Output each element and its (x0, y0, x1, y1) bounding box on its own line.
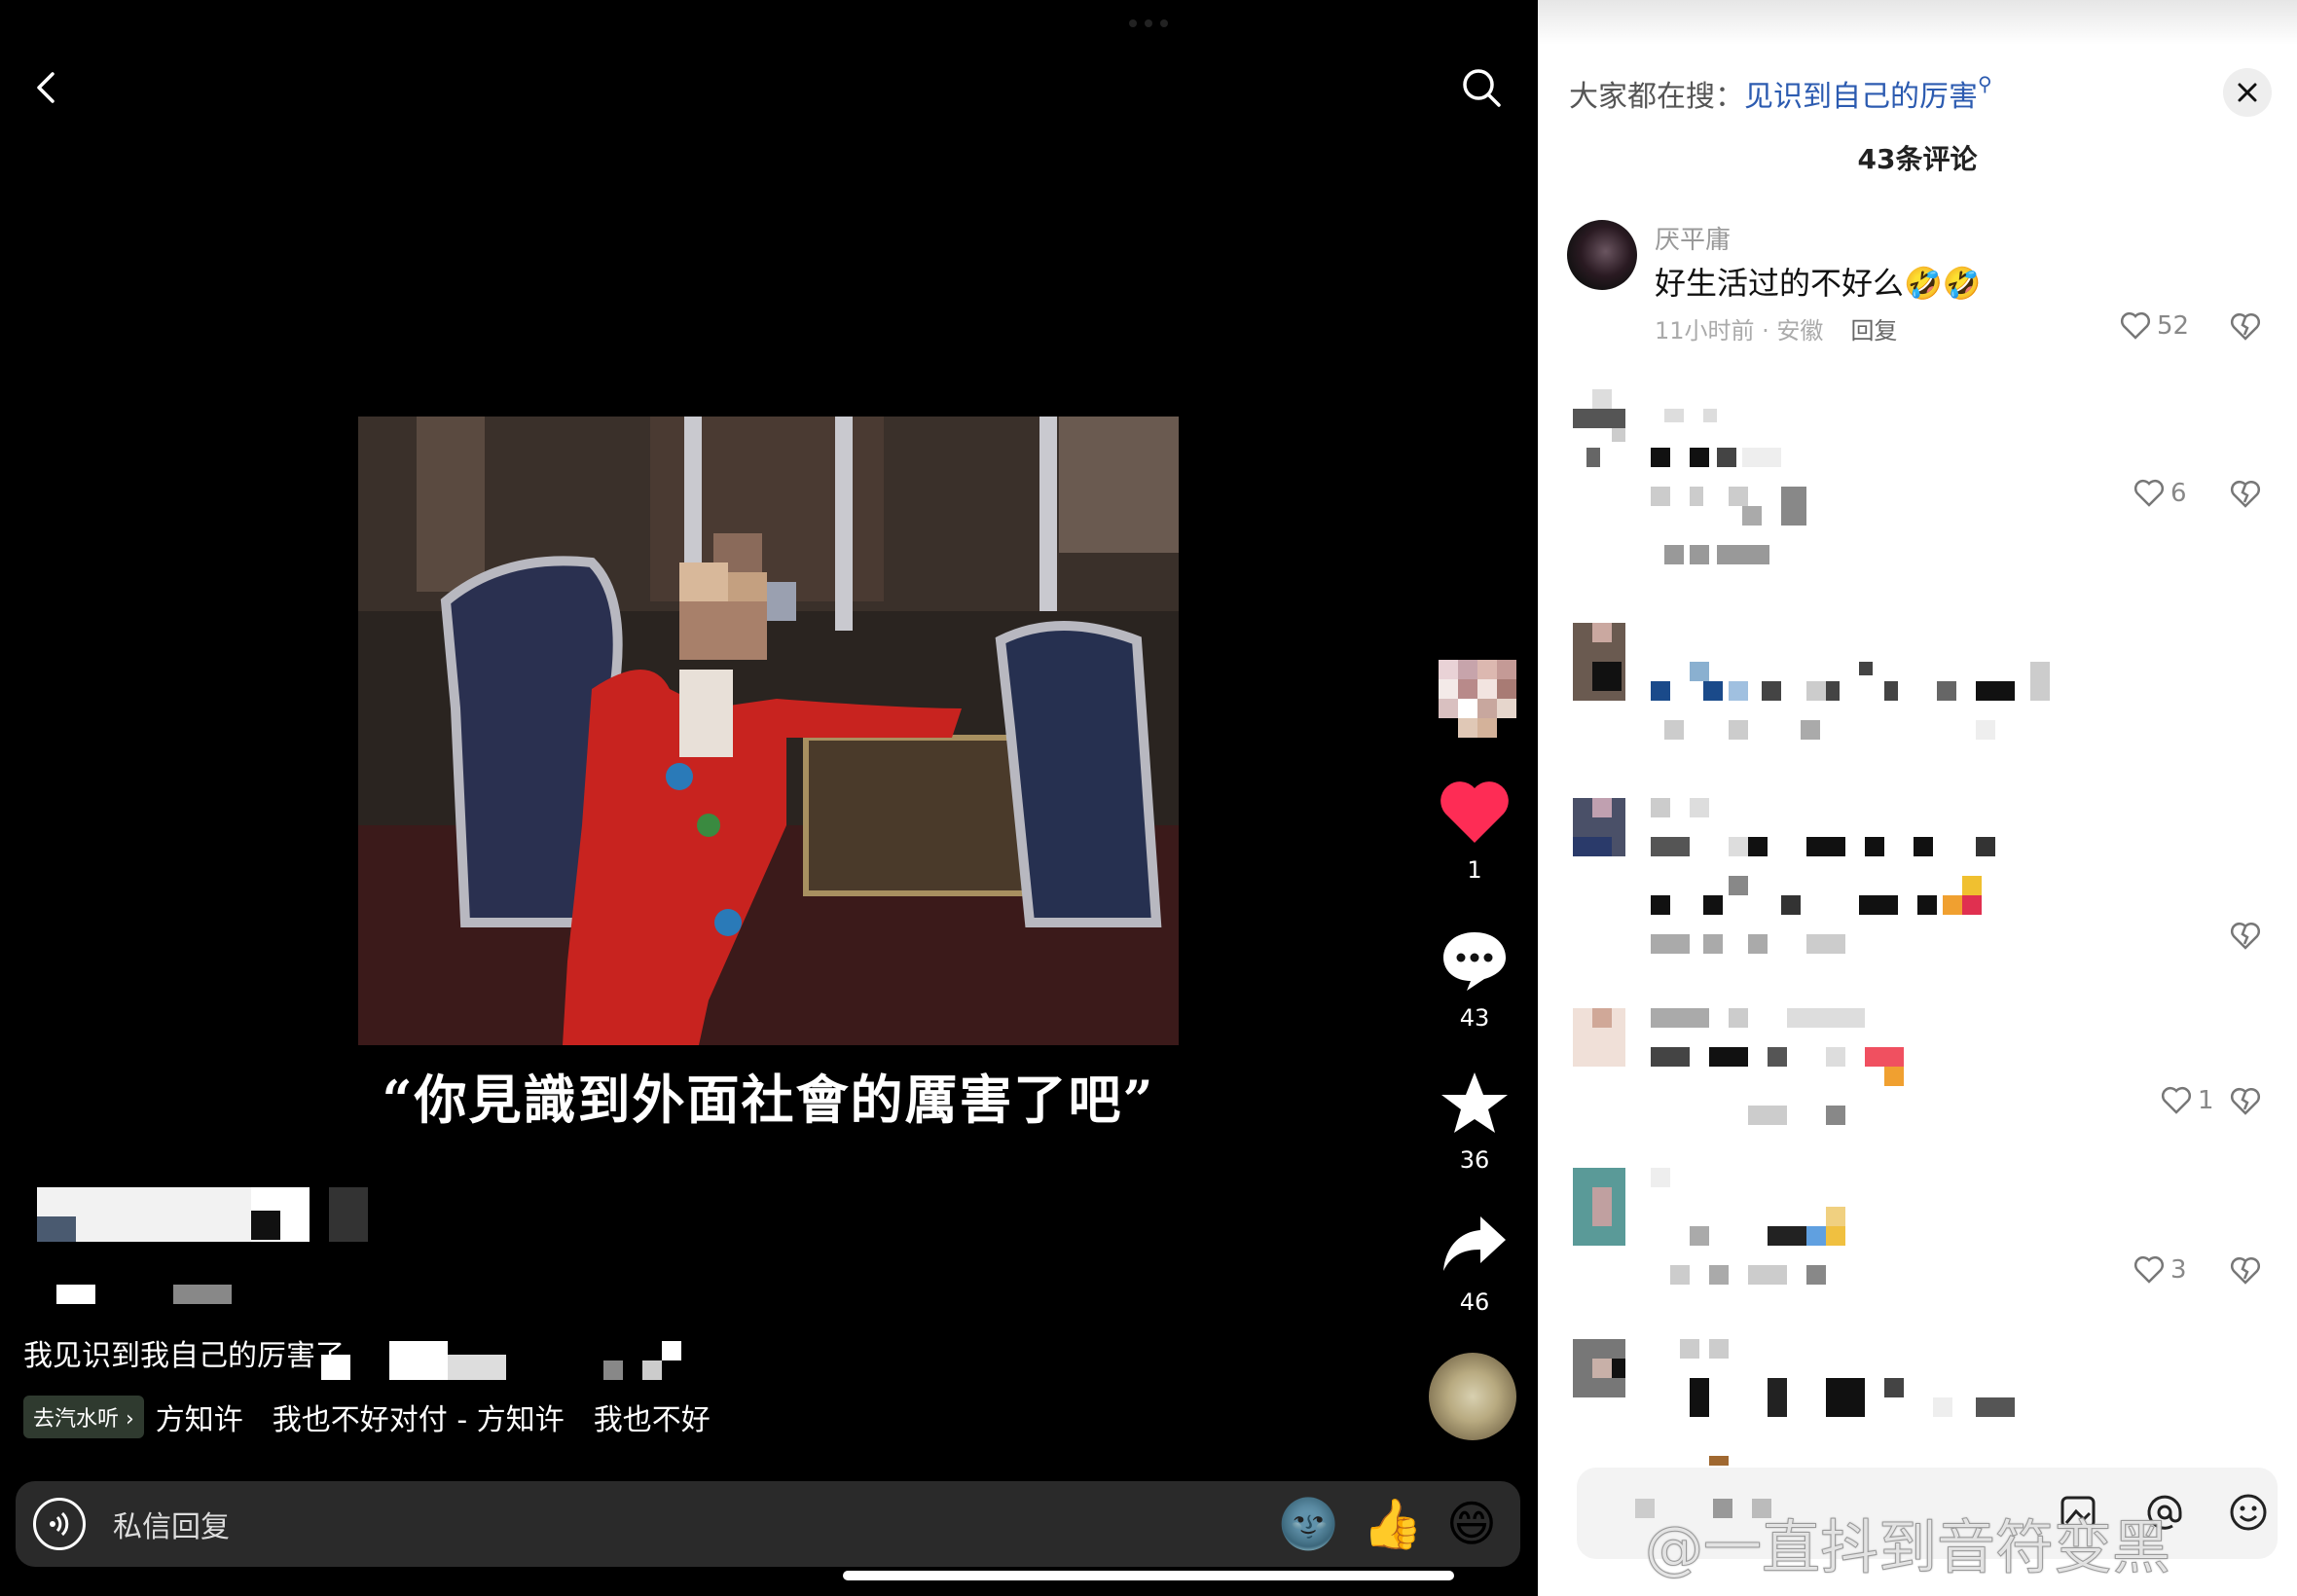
dislike-icon[interactable] (2229, 1086, 2262, 1117)
comment-like-button[interactable]: 52 (2120, 311, 2189, 341)
star-icon (1441, 1072, 1508, 1133)
redacted-avatar (1439, 660, 1516, 738)
voice-icon[interactable] (33, 1498, 86, 1550)
home-indicator (843, 1571, 1454, 1580)
music-disc[interactable] (1429, 1353, 1516, 1440)
reply-input[interactable]: 私信回复 (113, 1503, 1278, 1545)
drag-handle[interactable] (1129, 19, 1168, 27)
emoji-thumbs-up-button[interactable]: 👍 (1363, 1496, 1423, 1553)
video-frame[interactable] (358, 417, 1179, 1045)
panel-top-shade (1538, 0, 2297, 45)
open-music-app-button[interactable]: 去汽水听 › (23, 1396, 144, 1438)
comment-like-button[interactable]: 6 (2133, 479, 2187, 508)
share-action[interactable]: 46 (1431, 1211, 1518, 1316)
dislike-icon[interactable] (2229, 479, 2262, 510)
redacted-comment (1573, 798, 2254, 963)
close-icon[interactable] (2223, 68, 2272, 117)
comment-action[interactable]: 43 (1431, 926, 1518, 1032)
heart-outline-icon (2133, 1255, 2165, 1284)
comments-count-title: 43条评论 (1857, 143, 1978, 175)
share-count: 46 (1459, 1288, 1490, 1316)
comment-meta: 11小时前 · 安徽 回复 (1655, 311, 1897, 345)
like-action[interactable]: 1 (1431, 779, 1518, 884)
comment-like-button[interactable]: 1 (2161, 1086, 2214, 1115)
video-panel: “你見識到外面社會的厲害了吧” 1 43 36 46 我见识到我自己的厉害了 去… (0, 0, 1538, 1596)
comment-like-count: 52 (2157, 311, 2190, 341)
watermark: @一直抖到音符变黑 (1645, 1514, 2171, 1583)
redacted-tags (321, 1341, 711, 1380)
dislike-icon[interactable] (2229, 311, 2262, 343)
favorite-action[interactable]: 36 (1431, 1069, 1518, 1174)
like-count: 1 (1467, 856, 1482, 884)
comment-time: 11小时前 · 安徽 (1655, 317, 1824, 345)
dislike-icon[interactable] (2229, 1255, 2262, 1287)
redacted-comment (1573, 1008, 2254, 1135)
redacted-comment (1573, 389, 2157, 574)
comment-like-count: 3 (2170, 1255, 2187, 1285)
comment-author[interactable]: 厌平庸 (1655, 220, 1731, 256)
comment-count: 43 (1459, 1004, 1490, 1032)
comment-like-button[interactable]: 3 (2133, 1255, 2187, 1285)
music-title: 方知许 我也不好对付 - 方知许 我也不好 (155, 1403, 711, 1437)
trending-keyword[interactable]: 见识到自己的厉害 (1744, 80, 1978, 114)
heart-outline-icon (2120, 311, 2151, 340)
trending-search[interactable]: 大家都在搜：见识到自己的厉害⚲ (1569, 72, 1992, 115)
music-row[interactable]: 去汽水听 › 方知许 我也不好对付 - 方知许 我也不好 (23, 1396, 711, 1438)
emoji-moon-button[interactable]: 🌚 (1278, 1496, 1338, 1553)
heart-outline-icon (2133, 479, 2165, 507)
video-description[interactable]: 我见识到我自己的厉害了 (23, 1331, 345, 1374)
redacted-author (37, 1187, 368, 1304)
favorite-count: 36 (1459, 1146, 1490, 1174)
redacted-comment (1573, 623, 2254, 740)
heart-icon (1440, 781, 1509, 843)
search-icon[interactable] (1460, 66, 1503, 109)
comments-panel: 大家都在搜：见识到自己的厉害⚲ 43条评论 厌平庸 好生活过的不好么🤣🤣 11小… (1538, 0, 2297, 1596)
video-caption: “你見識到外面社會的厲害了吧” (382, 1069, 1155, 1131)
emoji-smile-button[interactable]: 😄 (1446, 1496, 1497, 1552)
dislike-icon[interactable] (2229, 921, 2262, 952)
comment-like-count: 6 (2170, 479, 2187, 508)
reply-bar[interactable]: 私信回复 🌚 👍 😄 (16, 1481, 1520, 1567)
small-search-icon: ⚲ (1978, 72, 1992, 95)
avatar[interactable] (1567, 220, 1637, 290)
redacted-comment (1573, 1339, 2254, 1466)
comment-icon (1443, 932, 1506, 991)
heart-outline-icon (2161, 1086, 2192, 1114)
share-icon (1443, 1216, 1506, 1271)
back-icon[interactable] (29, 70, 64, 105)
comment-like-count: 1 (2198, 1086, 2214, 1115)
trending-prefix: 大家都在搜： (1569, 80, 1744, 114)
reply-button[interactable]: 回复 (1850, 317, 1897, 345)
comment-text: 好生活过的不好么🤣🤣 (1655, 265, 1982, 302)
emoji-icon[interactable] (2227, 1491, 2270, 1534)
